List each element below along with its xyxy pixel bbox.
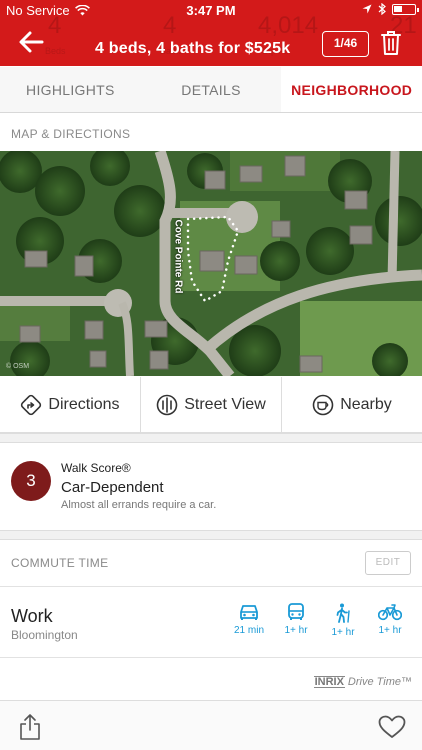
- bluetooth-icon: [378, 3, 386, 15]
- inrix-drive-time-label: Drive Time™: [347, 676, 412, 688]
- directions-icon: [21, 394, 42, 415]
- tab-details[interactable]: DETAILS: [141, 67, 282, 112]
- walk-score-description: Almost all errands require a car.: [61, 499, 217, 511]
- inrix-logo: INRIX: [313, 676, 345, 688]
- status-bar: No Service 3:47 PM: [0, 0, 422, 20]
- walk-time: 1+ hr: [331, 627, 355, 638]
- commute-mode-bike[interactable]: 1+ hr: [370, 603, 410, 636]
- bike-time: 1+ hr: [378, 625, 402, 636]
- nearby-label: Nearby: [340, 395, 392, 413]
- tab-highlights[interactable]: HIGHLIGHTS: [0, 67, 141, 112]
- bus-time: 1+ hr: [284, 625, 308, 636]
- commute-mode-car[interactable]: 21 min: [229, 603, 269, 636]
- map-section-label: MAP & DIRECTIONS: [11, 127, 131, 141]
- divider: [0, 586, 422, 587]
- commute-location: Bloomington: [11, 628, 78, 642]
- section-divider: [0, 530, 422, 540]
- map-street-label: Cove Pointe Rd: [172, 219, 184, 294]
- divider: [0, 657, 422, 658]
- map-watermark: © OSM: [6, 363, 30, 370]
- listing-title: 4 beds, 4 baths for $525k: [95, 40, 291, 57]
- commute-mode-bus[interactable]: 1+ hr: [276, 603, 316, 636]
- battery-icon: [392, 3, 419, 15]
- favorite-heart-icon[interactable]: [378, 715, 406, 739]
- app-header: 4 4 4,014 21 Beds Baths Sq. Ft. No Servi…: [0, 0, 422, 66]
- status-time: 3:47 PM: [186, 3, 236, 18]
- nearby-button[interactable]: Nearby: [281, 377, 422, 432]
- bottom-toolbar: [0, 700, 422, 750]
- directions-label: Directions: [48, 395, 120, 413]
- street-view-button[interactable]: Street View: [140, 377, 281, 432]
- bike-icon: [378, 604, 402, 621]
- ghost-label-beds: Beds: [45, 46, 66, 56]
- share-icon[interactable]: [19, 713, 41, 741]
- satellite-map[interactable]: Cove Pointe Rd © OSM: [0, 151, 422, 376]
- trash-icon[interactable]: [380, 30, 402, 56]
- section-divider: [0, 433, 422, 443]
- listing-counter-button[interactable]: 1/46: [322, 31, 369, 57]
- edit-commute-button[interactable]: EDIT: [365, 551, 411, 575]
- car-time: 21 min: [233, 625, 264, 636]
- nearby-icon: [312, 394, 334, 415]
- directions-button[interactable]: Directions: [0, 377, 140, 432]
- bus-icon: [288, 603, 304, 620]
- tab-neighborhood[interactable]: NEIGHBORHOOD: [281, 67, 422, 112]
- back-arrow-icon[interactable]: [18, 30, 44, 54]
- street-view-label: Street View: [184, 395, 266, 413]
- commute-mode-walk[interactable]: 1+ hr: [323, 603, 363, 638]
- tab-bar: HIGHLIGHTS DETAILS NEIGHBORHOOD: [0, 67, 422, 113]
- walk-score-label: Walk Score®: [61, 461, 131, 475]
- walk-icon: [336, 603, 350, 623]
- walk-score-badge: 3: [11, 461, 51, 501]
- commute-destination[interactable]: Work: [11, 606, 53, 627]
- inrix-attribution: INRIX Drive Time™: [300, 674, 412, 690]
- walk-score-category: Car-Dependent: [61, 479, 164, 496]
- commute-section-label: COMMUTE TIME: [11, 556, 109, 570]
- location-arrow-icon: [362, 4, 372, 14]
- car-icon: [240, 605, 258, 620]
- street-view-icon: [156, 394, 178, 415]
- map-actions: Directions Street View Nearby: [0, 377, 422, 433]
